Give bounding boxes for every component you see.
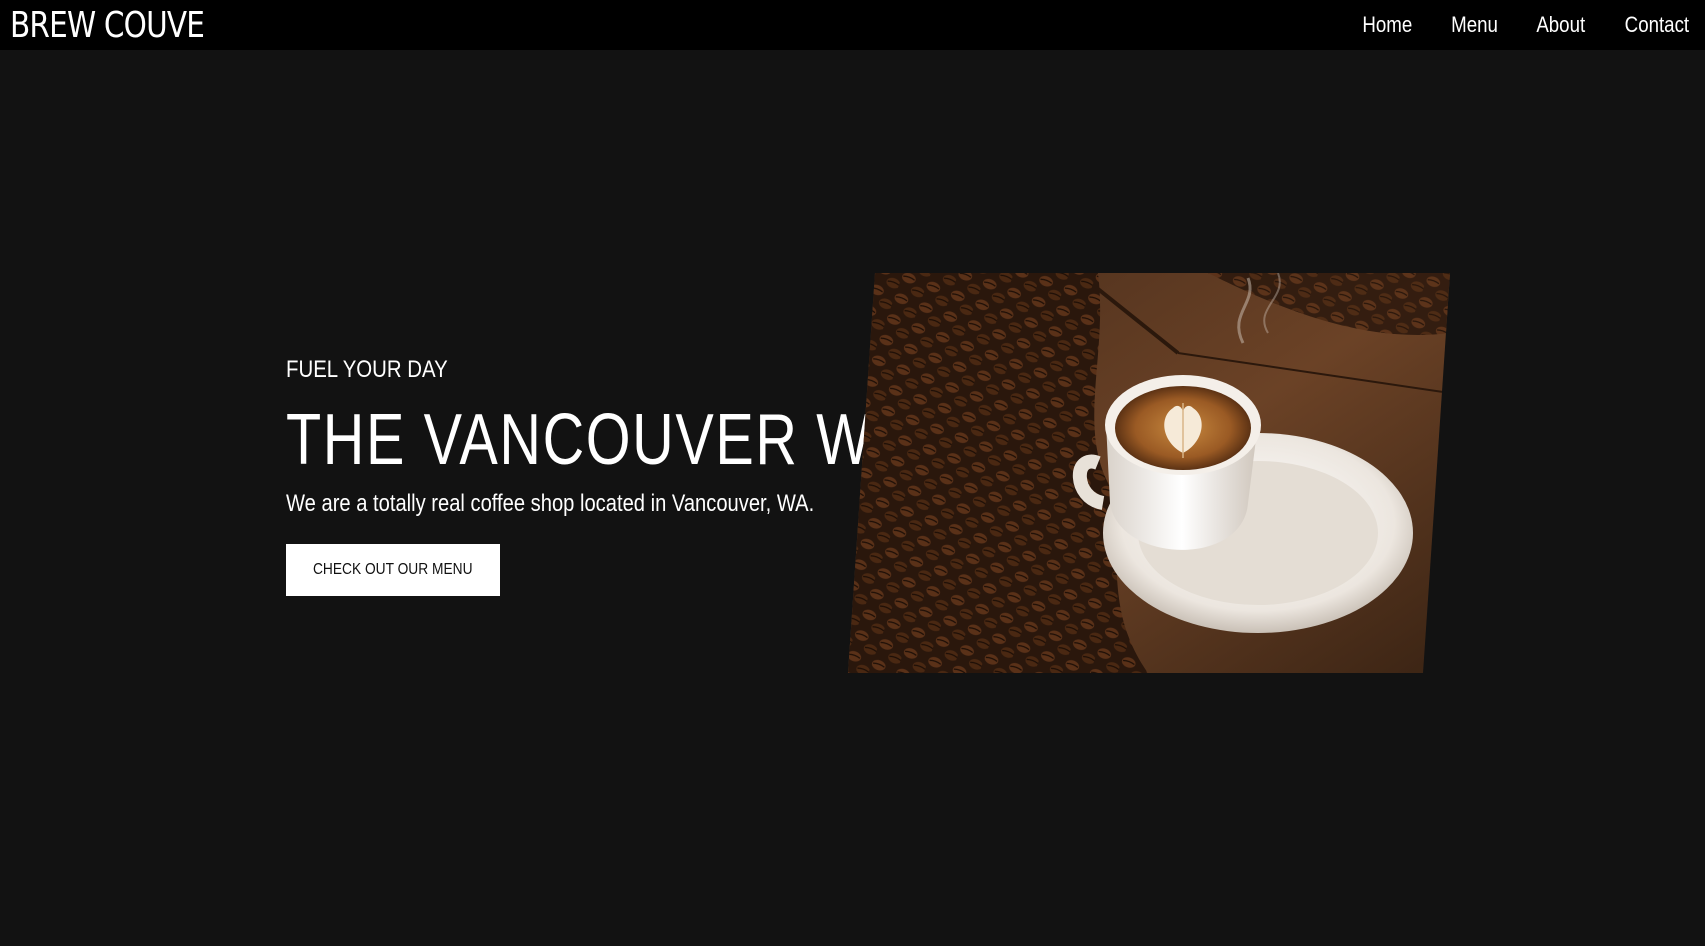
hero-headline: THE VANCOUVER WAY (286, 400, 946, 480)
nav-link-menu[interactable]: Menu (1451, 12, 1498, 38)
hero-coffee-image (848, 273, 1450, 673)
site-header: BREW COUVE Home Menu About Contact (0, 0, 1705, 50)
menu-cta-button[interactable]: CHECK OUT OUR MENU (286, 544, 500, 596)
latte-cup-illustration (848, 273, 1450, 673)
nav-link-home[interactable]: Home (1362, 12, 1412, 38)
brand-logo[interactable]: BREW COUVE (10, 5, 205, 46)
nav-link-contact[interactable]: Contact (1625, 12, 1689, 38)
hero-subline: We are a totally real coffee shop locate… (286, 490, 815, 517)
main-nav: Home Menu About Contact (1328, 12, 1695, 38)
hero-section: FUEL YOUR DAY THE VANCOUVER WAY We are a… (286, 352, 946, 596)
menu-cta-label: CHECK OUT OUR MENU (312, 561, 473, 578)
nav-link-about[interactable]: About (1536, 12, 1585, 38)
hero-eyebrow: FUEL YOUR DAY (286, 356, 448, 383)
